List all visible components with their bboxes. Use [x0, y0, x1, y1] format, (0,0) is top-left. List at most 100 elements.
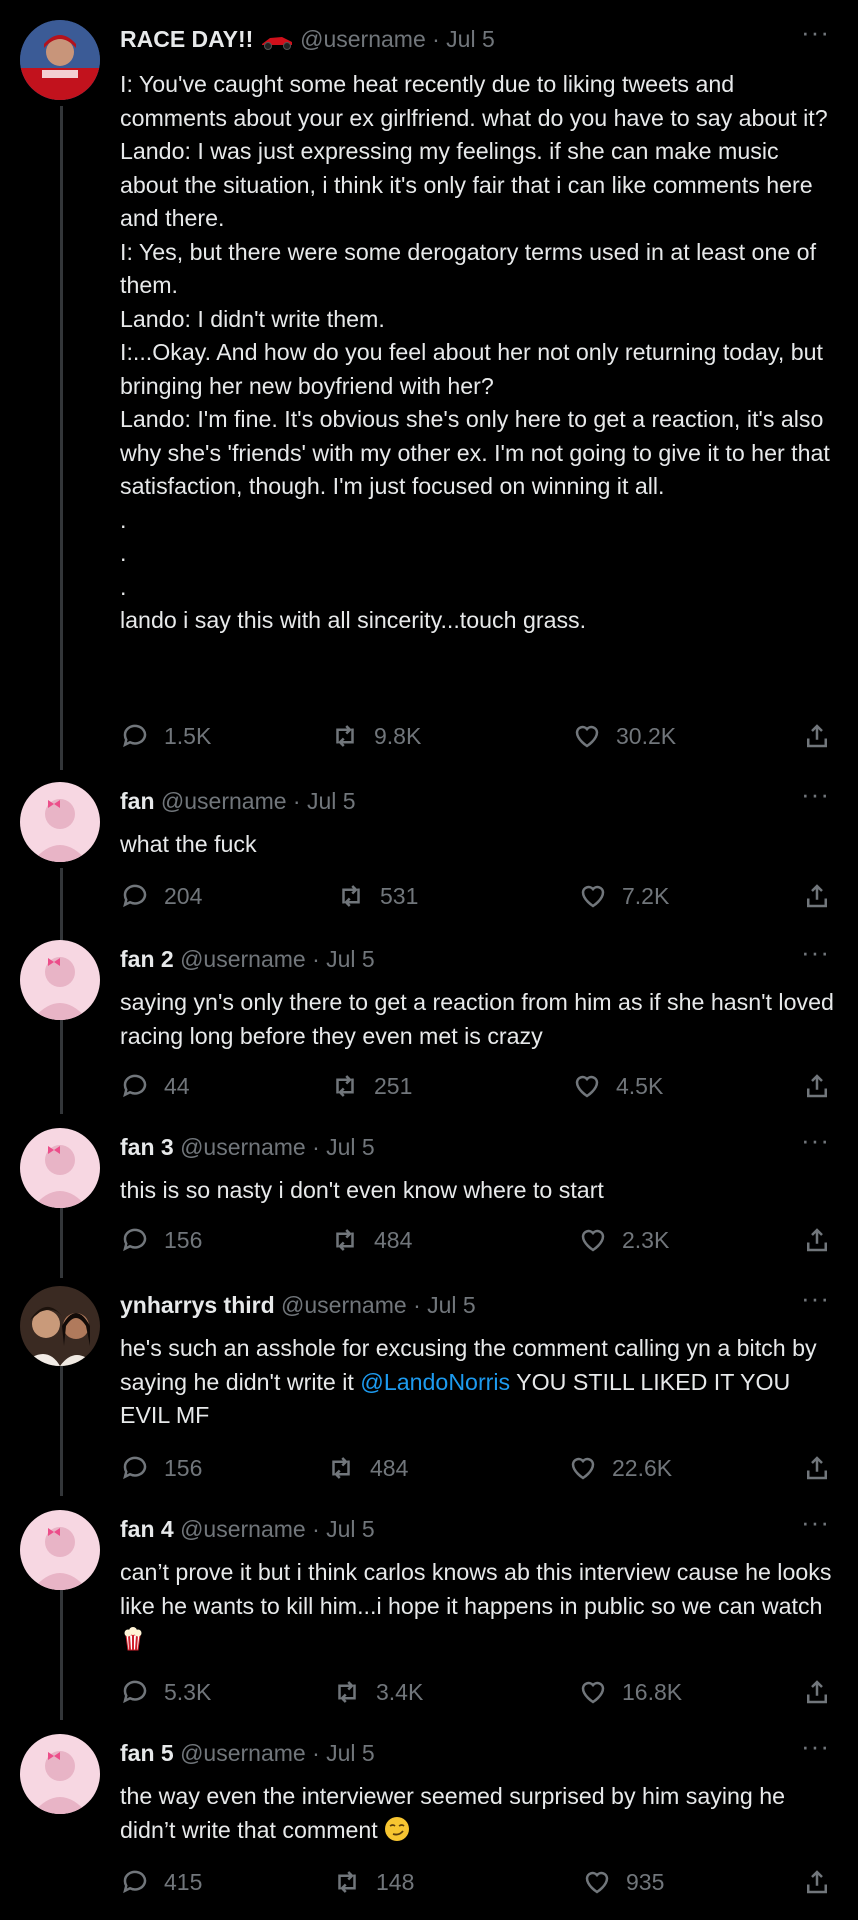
more-options-icon[interactable]: ···	[801, 1285, 830, 1311]
like-button[interactable]: 4.5K	[572, 1068, 663, 1104]
display-name[interactable]: fan 4	[120, 1516, 174, 1542]
reply-count: 44	[164, 1073, 190, 1099]
timestamp[interactable]: · Jul 5	[312, 946, 375, 972]
tweet-header: ynharrys third @username · Jul 5	[120, 1290, 476, 1320]
reply-button[interactable]: 5.3K	[120, 1674, 211, 1710]
tweet-text: what the fuck	[120, 831, 257, 857]
heart-icon	[575, 725, 599, 748]
reply-button[interactable]: 1.5K	[120, 718, 211, 754]
handle[interactable]: @username	[281, 1292, 407, 1318]
avatar[interactable]	[20, 940, 100, 1020]
retweet-icon	[332, 1457, 350, 1479]
share-button[interactable]	[802, 878, 832, 914]
thread-line	[60, 1590, 63, 1720]
reply-button[interactable]: 204	[120, 878, 202, 914]
reply-count: 415	[164, 1869, 203, 1895]
handle[interactable]: @username	[180, 1134, 306, 1160]
reply-button[interactable]: 44	[120, 1068, 190, 1104]
avatar[interactable]	[20, 782, 100, 862]
like-count: 2.3K	[622, 1227, 670, 1253]
handle[interactable]: @username	[161, 788, 287, 814]
share-icon	[807, 724, 827, 748]
handle[interactable]: @username	[180, 946, 306, 972]
more-options-icon[interactable]: ···	[801, 1733, 830, 1759]
retweet-count: 3.4K	[376, 1679, 424, 1705]
more-options-icon[interactable]: ···	[801, 19, 830, 45]
share-icon	[807, 884, 827, 908]
tweet-text: saying yn's only there to get a reaction…	[120, 989, 841, 1049]
retweet-button[interactable]: 9.8K	[330, 718, 421, 754]
share-button[interactable]	[802, 1068, 832, 1104]
share-icon	[807, 1870, 827, 1894]
retweet-count: 484	[374, 1227, 413, 1253]
avatar[interactable]	[20, 1734, 100, 1814]
display-name[interactable]: RACE DAY!!	[120, 26, 253, 52]
handle[interactable]: @username	[180, 1740, 306, 1766]
like-button[interactable]: 935	[582, 1864, 664, 1900]
tweet-actions: 156 484 2.3K	[120, 1222, 838, 1258]
more-options-icon[interactable]: ···	[801, 1127, 830, 1153]
tweet-header: fan 4 @username · Jul 5	[120, 1514, 375, 1544]
avatar[interactable]	[20, 1286, 100, 1366]
retweet-button[interactable]: 531	[336, 878, 418, 914]
like-count: 30.2K	[616, 723, 677, 749]
mention-link[interactable]: @LandoNorris	[360, 1369, 510, 1395]
avatar[interactable]	[20, 1128, 100, 1208]
reply-icon	[123, 1680, 147, 1704]
retweet-icon	[336, 1229, 354, 1251]
display-name[interactable]: fan 3	[120, 1134, 174, 1160]
race-car-icon	[260, 26, 300, 52]
reply-button[interactable]: 156	[120, 1450, 202, 1486]
retweet-button[interactable]: 484	[326, 1450, 408, 1486]
share-button[interactable]	[802, 1864, 832, 1900]
like-button[interactable]: 22.6K	[568, 1450, 672, 1486]
timestamp[interactable]: · Jul 5	[312, 1740, 375, 1766]
tweet-actions: 44 251 4.5K	[120, 1068, 838, 1104]
share-button[interactable]	[802, 718, 832, 754]
retweet-button[interactable]: 251	[330, 1068, 412, 1104]
share-button[interactable]	[802, 1674, 832, 1710]
more-options-icon[interactable]: ···	[801, 1509, 830, 1535]
tweet-text-part: can’t prove it but i think carlos knows …	[120, 1559, 838, 1619]
timestamp[interactable]: · Jul 5	[293, 788, 356, 814]
display-name[interactable]: ynharrys third	[120, 1292, 275, 1318]
tweet-header: fan 3 @username · Jul 5	[120, 1132, 375, 1162]
thread-line	[60, 1208, 63, 1278]
retweet-icon	[338, 1871, 356, 1893]
avatar[interactable]	[20, 1510, 100, 1590]
retweet-button[interactable]: 484	[330, 1222, 412, 1258]
handle[interactable]: @username	[180, 1516, 306, 1542]
display-name[interactable]: fan 5	[120, 1740, 174, 1766]
like-button[interactable]: 16.8K	[578, 1674, 682, 1710]
timestamp[interactable]: · Jul 5	[312, 1134, 375, 1160]
retweet-icon	[338, 1681, 356, 1703]
retweet-count: 148	[376, 1869, 415, 1895]
tweet-text: can’t prove it but i think carlos knows …	[120, 1556, 838, 1657]
retweet-button[interactable]: 148	[332, 1864, 414, 1900]
timestamp[interactable]: · Jul 5	[312, 1516, 375, 1542]
more-options-icon[interactable]: ···	[801, 781, 830, 807]
reply-button[interactable]: 156	[120, 1222, 202, 1258]
reply-button[interactable]: 415	[120, 1864, 202, 1900]
like-button[interactable]: 30.2K	[572, 718, 676, 754]
retweet-button[interactable]: 3.4K	[332, 1674, 423, 1710]
reply-icon	[123, 724, 147, 748]
like-button[interactable]: 2.3K	[578, 1222, 669, 1258]
timestamp[interactable]: · Jul 5	[413, 1292, 476, 1318]
avatar[interactable]	[20, 20, 100, 100]
like-button[interactable]: 7.2K	[578, 878, 669, 914]
display-name[interactable]: fan 2	[120, 946, 174, 972]
share-button[interactable]	[802, 1450, 832, 1486]
reply-count: 156	[164, 1227, 203, 1253]
display-name[interactable]: fan	[120, 788, 155, 814]
reply-icon	[123, 1228, 147, 1252]
reply-count: 204	[164, 883, 203, 909]
share-button[interactable]	[802, 1222, 832, 1258]
tweet-actions: 5.3K 3.4K 16.8K	[120, 1674, 838, 1710]
handle[interactable]: @username	[300, 26, 426, 52]
timestamp[interactable]: · Jul 5	[432, 26, 495, 52]
heart-icon	[571, 1457, 595, 1480]
more-options-icon[interactable]: ···	[801, 939, 830, 965]
retweet-count: 484	[370, 1455, 409, 1481]
tweet-text: the way even the interviewer seemed surp…	[120, 1780, 838, 1847]
